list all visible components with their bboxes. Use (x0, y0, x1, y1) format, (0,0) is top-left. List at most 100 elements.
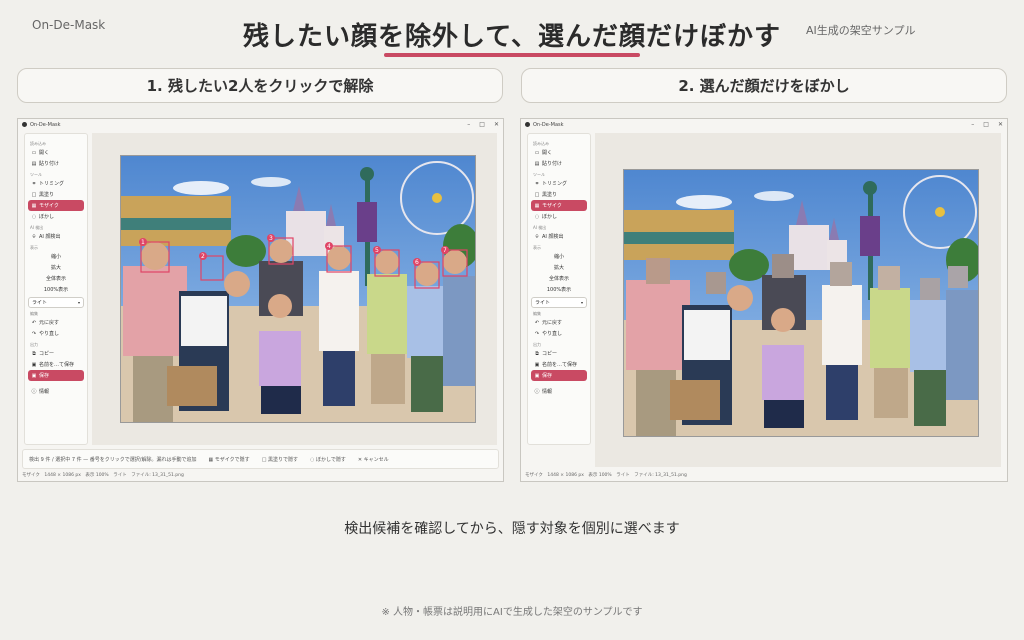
theme-select[interactable]: ライト ▾ (28, 297, 84, 308)
info-icon: ⓘ (534, 389, 540, 395)
copy-button[interactable]: ⧉ コピー (531, 348, 587, 359)
blackout-label: 黒塗り (39, 192, 55, 198)
ai-detect-button[interactable]: ⌾ AI 顔検出 (28, 231, 84, 242)
cancel-button[interactable]: ✕ キャンセル (358, 456, 389, 463)
mosaic-label: モザイク (39, 203, 59, 209)
ai-detect-label: AI 顔検出 (542, 234, 564, 240)
theme-value: ライト (32, 300, 48, 306)
face-marker-4: 4 (327, 243, 331, 250)
ai-sample-label: AI生成の架空サンプル (806, 24, 916, 37)
theme-value: ライト (535, 300, 551, 306)
mosaic-button[interactable]: ▦ モザイク (28, 200, 84, 211)
face-scan-icon: ⌾ (535, 233, 539, 240)
zoom-out-button[interactable]: 縮小 (28, 251, 84, 262)
title-underline (384, 53, 640, 57)
info-button[interactable]: ⓘ 情報 (28, 386, 84, 397)
ai-detect-button[interactable]: ⌾ AI 顔検出 (531, 231, 587, 242)
trim-button[interactable]: ⌗ トリミング (531, 178, 587, 189)
redo-button[interactable]: ↷ やり直し (531, 328, 587, 339)
chevron-down-icon: ▾ (77, 300, 80, 305)
save-button[interactable]: ▣ 保存 (531, 370, 587, 381)
face-marker-5: 5 (375, 247, 379, 254)
paste-button[interactable]: ▤ 貼り付け (531, 158, 587, 169)
save-button[interactable]: ▣ 保存 (28, 370, 84, 381)
section-file: 読み込み (30, 141, 46, 146)
face-marker-6: 6 (415, 259, 419, 266)
maximize-button[interactable]: □ (479, 121, 485, 128)
minimize-button[interactable]: – (467, 121, 470, 128)
trim-button[interactable]: ⌗ トリミング (28, 178, 84, 189)
window-title: On-De-Mask (533, 121, 564, 128)
info-button[interactable]: ⓘ 情報 (531, 386, 587, 397)
copy-icon: ⧉ (535, 350, 539, 357)
section-edit: 編集 (30, 311, 38, 316)
blackout-label: 黒塗り (542, 192, 558, 198)
blur-label: ぼかし (542, 214, 558, 220)
save-as-button[interactable]: ▣ 名前を…て保存 (531, 359, 587, 370)
blur-button[interactable]: ◌ ぼかし (531, 211, 587, 222)
close-button[interactable]: ✕ (998, 121, 1003, 128)
trim-label: トリミング (542, 181, 568, 187)
crop-icon: ⌗ (32, 180, 36, 187)
trim-label: トリミング (39, 181, 65, 187)
undo-icon: ↶ (31, 319, 37, 326)
save-as-button[interactable]: ▣ 名前を…て保存 (28, 359, 84, 370)
actual-size-button[interactable]: 100%表示 (531, 284, 587, 295)
crop-icon: ⌗ (535, 180, 539, 187)
open-button[interactable]: ▭ 開く (28, 147, 84, 158)
footnote: ※ 人物・帳票は説明用にAIで生成した架空のサンプルです (381, 607, 643, 618)
photo[interactable]: 1 2 3 4 5 6 7 (120, 155, 476, 423)
mosaic-label: モザイク (542, 203, 562, 209)
undo-button[interactable]: ↶ 元に戻す (28, 317, 84, 328)
paste-button[interactable]: ▤ 貼り付け (28, 158, 84, 169)
image-canvas[interactable] (595, 133, 1001, 467)
clipboard-icon: ▤ (31, 160, 37, 167)
open-button[interactable]: ▭ 開く (531, 147, 587, 158)
image-canvas[interactable]: 1 2 3 4 5 6 7 (92, 133, 497, 445)
window-titlebar: On-De-Mask – □ ✕ (521, 119, 1007, 130)
blur-hide-label: ぼかしで隠す (315, 456, 346, 463)
blackout-button[interactable]: □ 黒塗り (28, 189, 84, 200)
zoom-in-button[interactable]: 拡大 (28, 262, 84, 273)
photo[interactable] (623, 169, 979, 437)
actual-size-button[interactable]: 100%表示 (28, 284, 84, 295)
mosaic-hide-label: モザイクで隠す (214, 456, 250, 463)
chevron-down-icon: ▾ (580, 300, 583, 305)
info-label: 情報 (39, 389, 50, 395)
fit-button[interactable]: 全体表示 (531, 273, 587, 284)
paste-label: 貼り付け (39, 161, 60, 167)
folder-icon: ▭ (534, 149, 540, 156)
undo-button[interactable]: ↶ 元に戻す (531, 317, 587, 328)
blackout-button[interactable]: □ 黒塗り (531, 189, 587, 200)
theme-select[interactable]: ライト ▾ (531, 297, 587, 308)
section-tool: ツール (30, 172, 42, 177)
grid-icon: ▦ (31, 202, 37, 209)
app-icon (525, 122, 530, 127)
mosaic-hide-button[interactable]: ▦ モザイクで隠す (208, 456, 249, 463)
open-label: 開く (39, 150, 50, 156)
redo-icon: ↷ (534, 330, 540, 337)
undo-icon: ↶ (534, 319, 540, 326)
window-titlebar: On-De-Mask – □ ✕ (18, 119, 503, 130)
zoom-out-button[interactable]: 縮小 (531, 251, 587, 262)
redo-button[interactable]: ↷ やり直し (28, 328, 84, 339)
fit-button[interactable]: 全体表示 (28, 273, 84, 284)
sidebar: 読み込み ▭ 開く ▤ 貼り付け ツール ⌗ トリミング □ 黒塗り ▦ モザイク ◌ ぼか… (24, 133, 88, 445)
mosaic-button[interactable]: ▦ モザイク (531, 200, 587, 211)
maximize-button[interactable]: □ (983, 121, 989, 128)
blur-label: ぼかし (39, 214, 55, 220)
detection-status: 検出 9 件 / 選択中 7 件 — 番号をクリックで選択/解除。漏れは手動で追… (29, 456, 197, 463)
zoom-in-button[interactable]: 拡大 (531, 262, 587, 273)
copy-button[interactable]: ⧉ コピー (28, 348, 84, 359)
save-label: 保存 (39, 373, 50, 379)
blur-button[interactable]: ◌ ぼかし (28, 211, 84, 222)
blur-hide-button[interactable]: ◌ ぼかしで隠す (310, 456, 346, 463)
app-window-before: On-De-Mask – □ ✕ 読み込み ▭ 開く ▤ 貼り付け ツール ⌗ トリミ… (17, 118, 504, 482)
square-icon: □ (31, 191, 37, 198)
blackout-hide-button[interactable]: □ 黒塗りで隠す (262, 456, 298, 463)
section-save: 出力 (30, 342, 38, 347)
minimize-button[interactable]: – (971, 121, 974, 128)
close-button[interactable]: ✕ (494, 121, 499, 128)
step1-label: 1. 残したい2人をクリックで解除 (17, 68, 503, 103)
undo-label: 元に戻す (39, 320, 60, 326)
